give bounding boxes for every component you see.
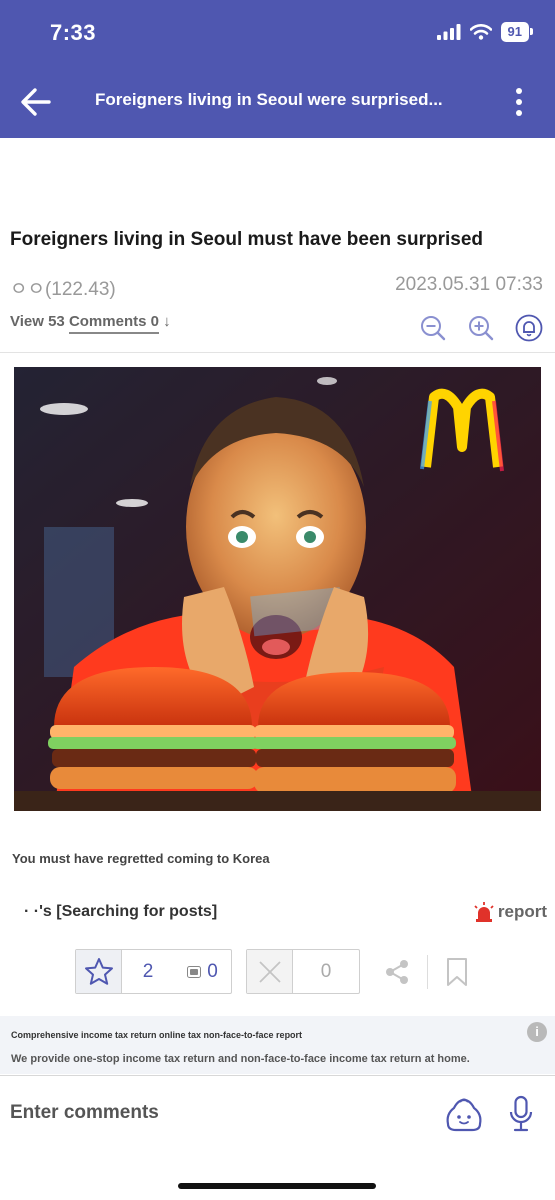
post-title: Foreigners living in Seoul must have bee…	[10, 229, 484, 250]
battery-indicator: 91	[500, 22, 534, 42]
post-image[interactable]	[14, 367, 541, 811]
post-photo-illustration	[14, 367, 541, 811]
zoom-out-icon[interactable]	[419, 314, 447, 342]
not-recommend-button[interactable]	[247, 950, 293, 993]
ad-banner[interactable]: Comprehensive income tax return online t…	[0, 1016, 555, 1074]
nav-title: Foreigners living in Seoul were surprise…	[95, 90, 443, 109]
share-icon[interactable]	[383, 958, 411, 986]
fixed-count: 0	[207, 960, 218, 982]
view-count: View 53	[10, 313, 65, 330]
post-tools	[419, 314, 543, 342]
comments-link[interactable]: Comments 0	[68, 313, 159, 334]
comments-count: 0	[150, 313, 159, 330]
recommend-count: 2	[142, 961, 154, 982]
ad-description: We provide one-stop income tax return an…	[11, 1053, 470, 1065]
meta-divider	[0, 352, 555, 353]
report-button[interactable]: report	[473, 902, 547, 922]
not-recommend-count: 0	[320, 961, 332, 982]
view-comments-link[interactable]: View 53 Comments 0 ↓	[10, 313, 171, 334]
siren-icon	[474, 902, 494, 922]
emoji-icon[interactable]	[444, 1094, 484, 1134]
post-author[interactable]: ㅇㅇ(122.43)	[10, 274, 116, 301]
comments-arrow: ↓	[163, 313, 171, 330]
x-icon	[258, 960, 281, 983]
comment-input[interactable]	[10, 1102, 430, 1124]
not-recommend-group: 0	[246, 949, 360, 994]
wifi-icon	[469, 24, 492, 40]
recommend-button[interactable]	[76, 950, 122, 993]
signal-icon	[436, 24, 461, 40]
ad-info-icon[interactable]: i	[527, 1022, 547, 1042]
status-icons: 91	[436, 22, 534, 42]
back-arrow-icon[interactable]	[18, 84, 54, 120]
ad-title: Comprehensive income tax return online t…	[11, 1030, 303, 1040]
app-header: 7:33 91 Foreigners living in Seoul were …	[0, 0, 555, 138]
fixed-icon	[187, 965, 202, 978]
post-caption: You must have regretted coming to Korea	[12, 851, 270, 866]
status-time: 7:33	[50, 20, 97, 45]
zoom-in-icon[interactable]	[467, 314, 495, 342]
bell-icon[interactable]	[515, 314, 543, 342]
comment-bar	[0, 1075, 555, 1200]
report-label: report	[497, 902, 547, 921]
microphone-icon[interactable]	[508, 1094, 534, 1134]
search-posts-link[interactable]: · ·'s [Searching for posts]	[24, 903, 217, 921]
fixed-recommend[interactable]: 0	[174, 950, 231, 993]
home-indicator	[178, 1183, 376, 1189]
action-separator	[427, 955, 428, 989]
post-date: 2023.05.31 07:33	[395, 274, 543, 295]
bookmark-icon[interactable]	[445, 957, 469, 987]
recommend-group: 2 0	[75, 949, 232, 994]
star-icon	[84, 957, 113, 985]
comments-label: Comments	[68, 313, 147, 330]
more-vertical-icon[interactable]	[509, 86, 529, 120]
